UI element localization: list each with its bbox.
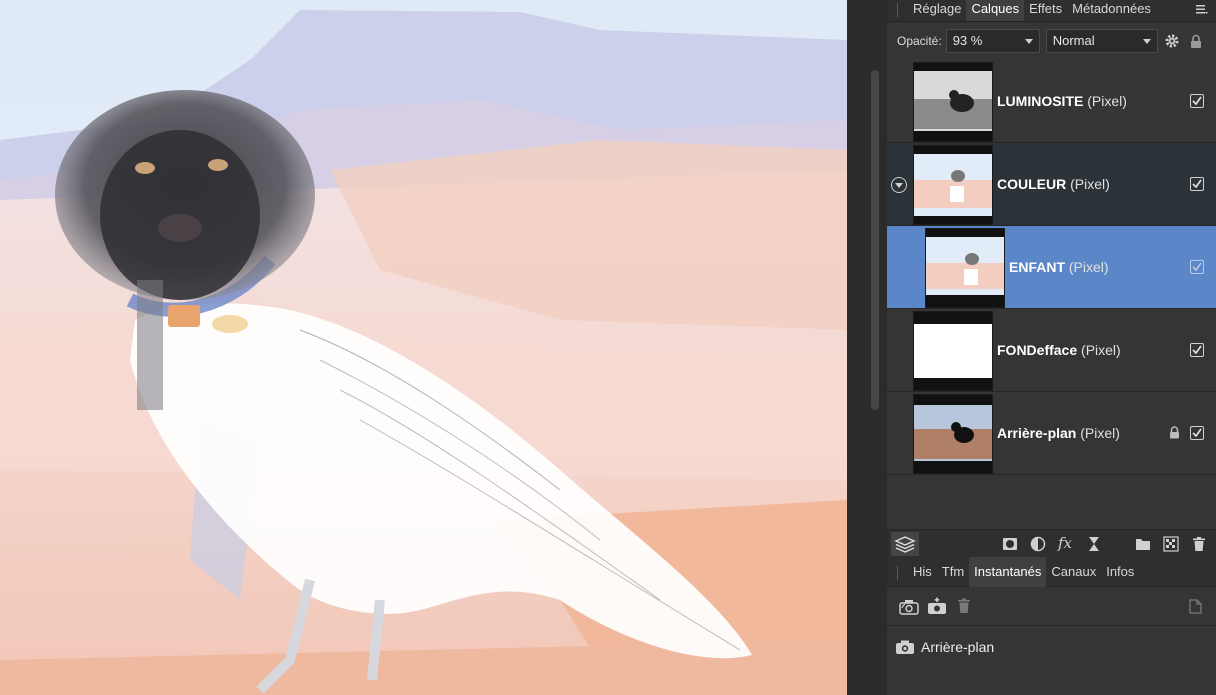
tab-calques[interactable]: Calques [966, 0, 1025, 21]
adjustment-icon[interactable] [1030, 536, 1046, 552]
layer-visibility-checkbox[interactable] [1190, 426, 1204, 440]
opacity-label: Opacité: [897, 34, 942, 48]
checkmark-icon [1192, 179, 1202, 189]
layer-visibility-checkbox[interactable] [1190, 94, 1204, 108]
layer-row-luminosite[interactable]: LUMINOSITE (Pixel) [887, 60, 1216, 143]
layer-thumbnail [913, 394, 993, 474]
checkmark-icon [1192, 428, 1202, 438]
bottom-panel-tabs: His Tfm Instantanés Canaux Infos [887, 557, 1216, 587]
delete-snapshot-icon[interactable] [957, 598, 971, 617]
tab-transformation[interactable]: Tfm [937, 557, 969, 587]
opacity-dropdown[interactable]: 93 % [945, 29, 1040, 53]
layer-thumbnail [925, 228, 1005, 308]
layer-thumbnail [913, 62, 993, 142]
tab-infos[interactable]: Infos [1101, 557, 1139, 587]
snapshot-list: Arrière-plan [887, 627, 1216, 695]
layers-list: LUMINOSITE (Pixel) COULEUR (Pixel) ENFAN… [887, 60, 1216, 475]
tab-instantanes[interactable]: Instantanés [969, 557, 1047, 587]
new-pixel-layer-icon[interactable] [1163, 536, 1179, 552]
layer-row-enfant[interactable]: ENFANT (Pixel) [887, 226, 1216, 309]
tab-effets[interactable]: Effets [1024, 0, 1067, 21]
snapshot-item[interactable]: Arrière-plan [895, 639, 994, 655]
layers-toolbar: fx [887, 529, 1216, 557]
tab-separator [897, 3, 898, 17]
blend-mode-value: Normal [1052, 33, 1095, 48]
checkmark-icon [1192, 345, 1202, 355]
layer-row-couleur[interactable]: COULEUR (Pixel) [887, 143, 1216, 226]
layer-name: FONDefface (Pixel) [997, 342, 1121, 358]
snapshot-label: Arrière-plan [921, 639, 995, 655]
lock-icon[interactable] [1190, 34, 1202, 49]
snapshot-toolbar [887, 588, 1216, 626]
checkmark-icon [1192, 96, 1202, 106]
mask-icon[interactable] [1002, 536, 1018, 552]
lock-icon[interactable] [1169, 426, 1180, 442]
layer-thumbnail [913, 311, 993, 391]
layer-name: ENFANT (Pixel) [1009, 259, 1109, 275]
gear-icon[interactable] [1164, 33, 1180, 49]
opacity-value: 93 % [952, 33, 983, 48]
layer-visibility-checkbox[interactable] [1190, 343, 1204, 357]
layer-name: COULEUR (Pixel) [997, 176, 1110, 192]
layer-row-fondefface[interactable]: FONDefface (Pixel) [887, 309, 1216, 392]
layer-name: LUMINOSITE (Pixel) [997, 93, 1127, 109]
canvas-scroll-gutter [847, 0, 887, 695]
svg-text:fx: fx [1057, 534, 1073, 552]
restore-snapshot-icon[interactable] [899, 598, 919, 619]
layer-name: Arrière-plan (Pixel) [997, 425, 1120, 441]
expand-triangle-icon[interactable] [891, 177, 907, 193]
studio-panel: Réglage Calques Effets Métadonnées Opaci… [887, 0, 1216, 695]
tab-reglage[interactable]: Réglage [908, 0, 966, 21]
add-snapshot-icon[interactable] [927, 597, 947, 619]
top-panel-tabs: Réglage Calques Effets Métadonnées [887, 0, 1216, 22]
document-icon[interactable] [1189, 599, 1202, 617]
camera-icon [896, 640, 914, 654]
layer-thumbnail [913, 145, 993, 225]
layer-row-arriere-plan[interactable]: Arrière-plan (Pixel) [887, 392, 1216, 475]
blend-mode-dropdown[interactable]: Normal [1045, 29, 1158, 53]
document-canvas[interactable] [0, 0, 847, 695]
tab-historique[interactable]: His [908, 557, 937, 587]
layer-visibility-checkbox[interactable] [1190, 260, 1204, 274]
hourglass-icon[interactable] [1086, 536, 1102, 552]
tab-metadonnees[interactable]: Métadonnées [1067, 0, 1156, 21]
layer-visibility-checkbox[interactable] [1190, 177, 1204, 191]
chevron-down-icon [1024, 39, 1033, 44]
vertical-scrollbar[interactable] [871, 70, 879, 410]
checkmark-icon [1192, 262, 1202, 272]
fx-icon[interactable]: fx [1057, 533, 1077, 552]
folder-icon[interactable] [1135, 536, 1151, 552]
layer-options-row: Opacité: 93 % Normal [887, 22, 1216, 60]
tab-canaux[interactable]: Canaux [1046, 557, 1101, 587]
tab-separator [897, 566, 898, 580]
menu-icon[interactable] [1196, 2, 1208, 18]
layers-stack-icon[interactable] [891, 532, 919, 556]
trash-icon[interactable] [1191, 536, 1207, 552]
chevron-down-icon [1142, 39, 1151, 44]
canvas-image [0, 0, 847, 695]
